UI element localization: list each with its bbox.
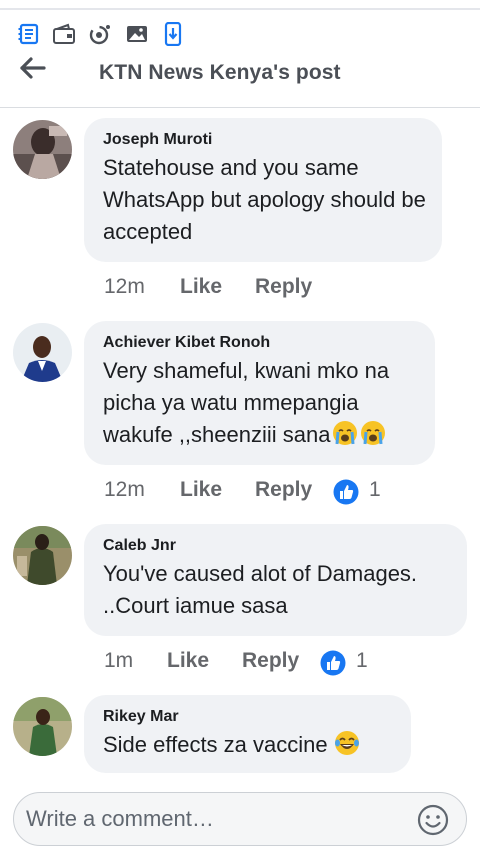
reaction-count[interactable]: 1 (369, 478, 381, 502)
comment-bubble: Rikey Mar Side effects za vaccine (84, 695, 411, 773)
status-bar (0, 0, 480, 56)
like-button[interactable]: Like (180, 275, 222, 299)
like-reaction-icon[interactable] (333, 479, 359, 505)
status-bar-divider (0, 8, 480, 10)
like-button[interactable]: Like (167, 649, 209, 673)
download-icon (161, 22, 185, 46)
comment-composer: Write a comment… (0, 782, 480, 854)
comment-bubble: Joseph Muroti Statehouse and you same Wh… (84, 118, 442, 262)
comment-input-placeholder[interactable]: Write a comment… (26, 806, 214, 832)
wallet-icon (52, 22, 76, 46)
comment-actions: 1m Like Reply 1 (0, 649, 480, 683)
avatar[interactable] (13, 120, 72, 179)
reaction-count[interactable]: 1 (356, 649, 368, 673)
tears-of-joy-face-icon (334, 730, 360, 756)
image-icon (125, 22, 149, 46)
loudly-crying-face-icon (332, 420, 358, 446)
like-button[interactable]: Like (180, 478, 222, 502)
notes-icon (17, 22, 41, 46)
reply-button[interactable]: Reply (255, 275, 312, 299)
reply-button[interactable]: Reply (242, 649, 299, 673)
comment-actions: 12m Like Reply (0, 275, 480, 309)
post-header: KTN News Kenya's post (0, 56, 480, 108)
comment-timestamp[interactable]: 1m (104, 649, 133, 673)
comment-text: You've caused alot of Damages. ..Court i… (103, 561, 418, 618)
comment-timestamp[interactable]: 12m (104, 275, 145, 299)
comment-timestamp[interactable]: 12m (104, 478, 145, 502)
avatar[interactable] (13, 526, 72, 585)
reply-button[interactable]: Reply (255, 478, 312, 502)
smiley-icon[interactable] (416, 803, 450, 837)
avatar[interactable] (13, 697, 72, 756)
comment-bubble: Caleb Jnr You've caused alot of Damages.… (84, 524, 467, 636)
loudly-crying-face-icon (360, 420, 386, 446)
comment-actions: 12m Like Reply 1 (0, 478, 480, 512)
comment-text: Statehouse and you same WhatsApp but apo… (103, 155, 426, 244)
comment-author[interactable]: Joseph Muroti (103, 130, 426, 150)
comment-author[interactable]: Caleb Jnr (103, 536, 451, 556)
comment-text: Side effects za vaccine (103, 729, 395, 761)
sync-icon (88, 22, 112, 46)
comment-author[interactable]: Achiever Kibet Ronoh (103, 333, 419, 353)
avatar[interactable] (13, 323, 72, 382)
comment-text: Very shameful, kwani mko na picha ya wat… (103, 355, 419, 451)
page-title: KTN News Kenya's post (99, 61, 341, 84)
like-reaction-icon[interactable] (320, 650, 346, 676)
comment-author[interactable]: Rikey Mar (103, 707, 395, 727)
comment-bubble: Achiever Kibet Ronoh Very shameful, kwan… (84, 321, 435, 465)
back-arrow-icon[interactable] (18, 56, 52, 84)
comment-input[interactable]: Write a comment… (13, 792, 467, 846)
comment-text-content: Side effects za vaccine (103, 732, 328, 757)
